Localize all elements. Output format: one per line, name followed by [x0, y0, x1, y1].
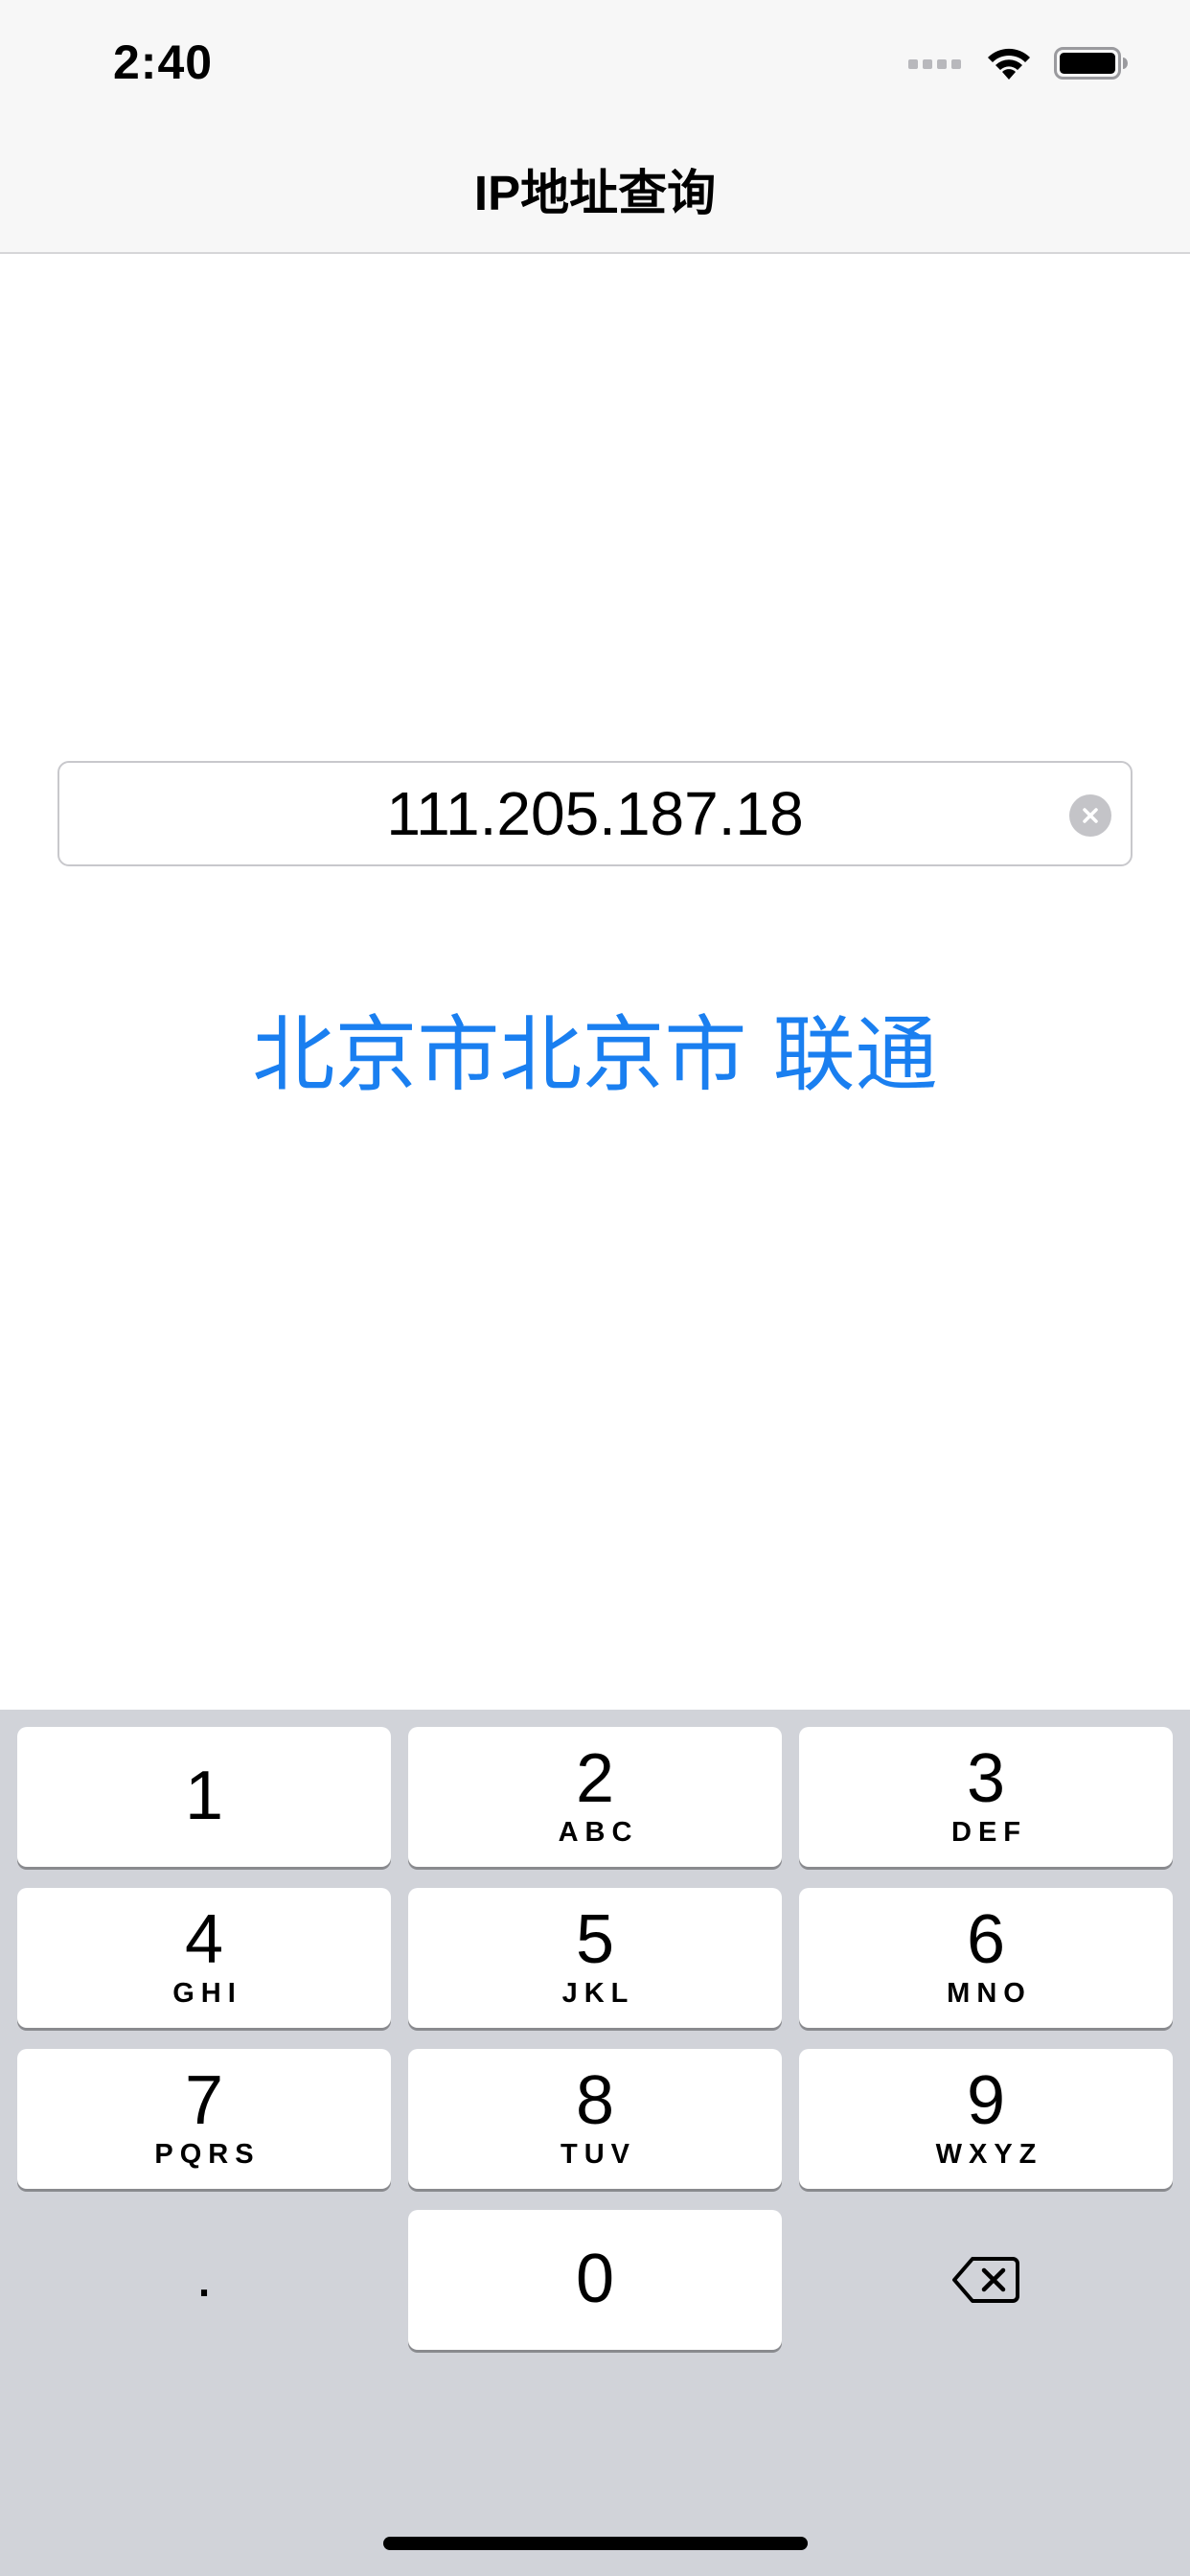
key-dot-label: .	[195, 2241, 213, 2310]
key-digit: 7	[184, 2062, 224, 2139]
key-3[interactable]: 3 DEF	[799, 1727, 1173, 1867]
delete-key[interactable]	[799, 2210, 1173, 2350]
nav-title: IP地址查询	[473, 166, 717, 220]
top-bar: 2:40 IP地址查询	[0, 0, 1190, 254]
key-digit: 5	[575, 1901, 615, 1978]
ip-input[interactable]	[59, 763, 1131, 864]
key-letters: DEF	[951, 1817, 1027, 1848]
clear-button[interactable]	[1069, 794, 1111, 837]
key-1[interactable]: 1	[17, 1727, 391, 1867]
key-5[interactable]: 5 JKL	[408, 1888, 782, 2028]
key-digit: 0	[575, 2241, 615, 2317]
key-letters: WXYZ	[935, 2139, 1043, 2170]
result-text: 北京市北京市 联通	[252, 1007, 938, 1103]
key-letters: GHI	[172, 1978, 242, 2009]
key-digit: 9	[966, 2062, 1006, 2139]
key-letters: TUV	[561, 2139, 636, 2170]
key-7[interactable]: 7 PQRS	[17, 2049, 391, 2189]
wifi-icon	[988, 48, 1030, 80]
key-digit: 8	[575, 2062, 615, 2139]
key-digit: 6	[966, 1901, 1006, 1978]
numeric-keypad: 1 2 ABC 3 DEF 4 GHI 5 JKL 6 MNO 7 PQRS 8…	[0, 1710, 1190, 2576]
battery-icon	[1054, 47, 1128, 80]
key-6[interactable]: 6 MNO	[799, 1888, 1173, 2028]
key-2[interactable]: 2 ABC	[408, 1727, 782, 1867]
key-letters: ABC	[558, 1817, 639, 1848]
key-0[interactable]: 0	[408, 2210, 782, 2350]
screen: 2:40 IP地址查询 111.205.187.18 北京市北京市 联通 1 2…	[0, 0, 1190, 2576]
key-dot[interactable]: .	[17, 2210, 391, 2350]
key-digit: 3	[966, 1740, 1006, 1817]
key-digit: 4	[184, 1901, 224, 1978]
delete-icon	[952, 2257, 1019, 2303]
home-indicator[interactable]	[383, 2537, 808, 2550]
key-9[interactable]: 9 WXYZ	[799, 2049, 1173, 2189]
key-letters: JKL	[561, 1978, 635, 2009]
status-time: 2:40	[113, 35, 214, 89]
key-digit: 1	[184, 1758, 224, 1834]
key-4[interactable]: 4 GHI	[17, 1888, 391, 2028]
key-letters: MNO	[947, 1978, 1032, 2009]
ip-field[interactable]	[57, 761, 1133, 866]
status-icons	[908, 44, 1129, 82]
key-letters: PQRS	[154, 2139, 261, 2170]
key-8[interactable]: 8 TUV	[408, 2049, 782, 2189]
key-digit: 2	[575, 1740, 615, 1817]
signal-icon	[908, 59, 961, 69]
clear-icon	[1083, 808, 1098, 823]
